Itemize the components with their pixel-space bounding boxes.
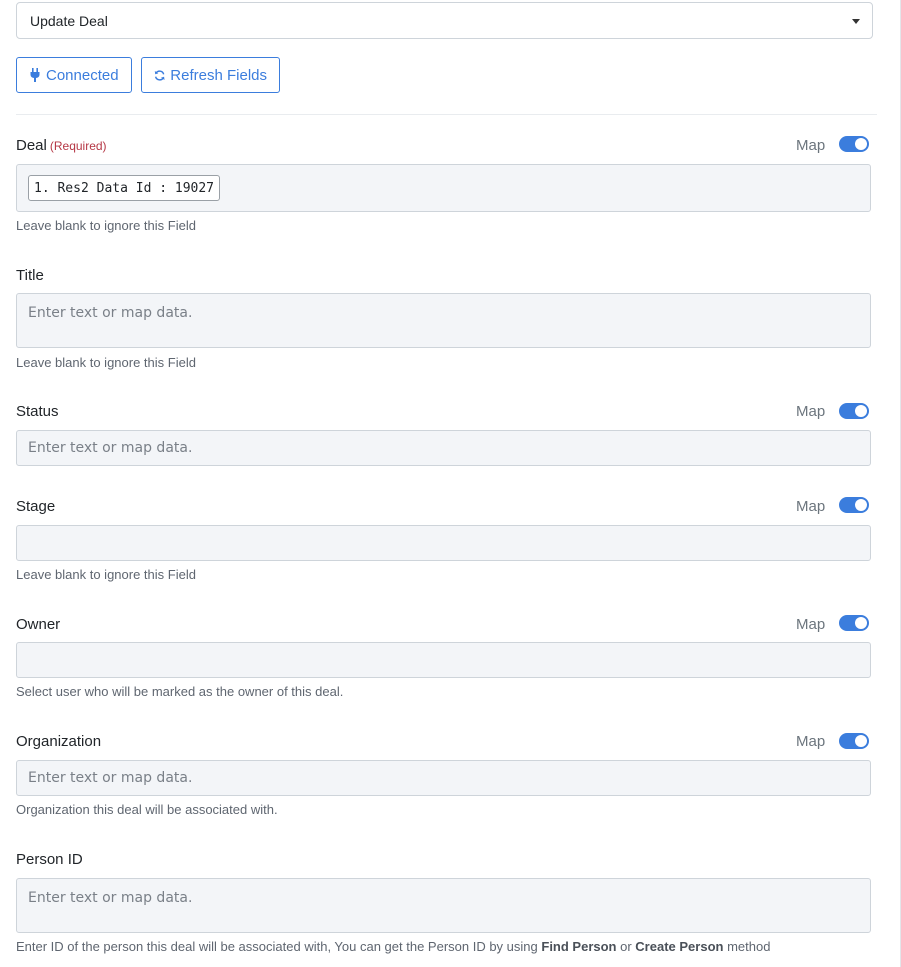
deal-label: Deal (Required): [16, 137, 107, 154]
stage-field[interactable]: [16, 525, 871, 561]
deal-map-label: Map: [796, 137, 826, 154]
toggle-knob: [855, 138, 867, 150]
caret-down-icon: [852, 19, 860, 24]
organization-label: Organization: [16, 733, 102, 750]
plug-icon: [30, 68, 40, 82]
action-select-value: Update Deal: [30, 12, 108, 29]
owner-field[interactable]: [16, 642, 871, 678]
stage-label: Stage: [16, 498, 56, 515]
organization-field[interactable]: Enter text or map data.: [16, 760, 871, 796]
organization-map-label: Map: [796, 733, 826, 750]
action-select[interactable]: Update Deal: [16, 2, 873, 39]
toggle-knob: [855, 617, 867, 629]
status-map-toggle[interactable]: [839, 403, 869, 419]
person-id-help-prefix: Enter ID of the person this deal will be…: [16, 939, 542, 954]
person-id-help-mid: or: [616, 939, 636, 954]
toggle-knob: [855, 405, 867, 417]
stage-map-label: Map: [796, 498, 826, 515]
person-id-help-suffix: method: [723, 939, 771, 954]
refresh-fields-button[interactable]: Refresh Fields: [141, 57, 280, 93]
owner-map-toggle[interactable]: [839, 615, 869, 631]
connected-button-label: Connected: [46, 66, 119, 84]
toggle-knob: [855, 735, 867, 747]
toggle-knob: [855, 499, 867, 511]
status-label: Status: [16, 403, 59, 420]
organization-map-toggle[interactable]: [839, 733, 869, 749]
person-id-field[interactable]: Enter text or map data.: [16, 878, 871, 933]
deal-map-toggle[interactable]: [839, 136, 869, 152]
title-field[interactable]: Enter text or map data.: [16, 293, 871, 348]
deal-field[interactable]: 1. Res2 Data Id : 19027: [16, 164, 871, 212]
title-placeholder: Enter text or map data.: [28, 305, 193, 321]
title-label: Title: [16, 267, 44, 284]
owner-help-text: Select user who will be marked as the ow…: [16, 684, 344, 699]
owner-map-label: Map: [796, 616, 826, 633]
title-help-text: Leave blank to ignore this Field: [16, 355, 196, 370]
deal-mapped-chip[interactable]: 1. Res2 Data Id : 19027: [28, 175, 221, 201]
refresh-icon: [154, 69, 165, 81]
person-id-placeholder: Enter text or map data.: [28, 890, 193, 906]
organization-help-text: Organization this deal will be associate…: [16, 802, 278, 817]
person-id-help-text: Enter ID of the person this deal will be…: [16, 939, 770, 954]
organization-placeholder: Enter text or map data.: [28, 770, 193, 786]
required-indicator: (Required): [49, 139, 107, 153]
create-person-link: Create Person: [635, 939, 724, 954]
find-person-link: Find Person: [541, 939, 617, 954]
deal-help-text: Leave blank to ignore this Field: [16, 218, 196, 233]
status-map-label: Map: [796, 403, 826, 420]
connected-button[interactable]: Connected: [16, 57, 132, 93]
stage-map-toggle[interactable]: [839, 497, 869, 513]
status-field[interactable]: Enter text or map data.: [16, 430, 871, 466]
status-placeholder: Enter text or map data.: [28, 440, 193, 456]
stage-help-text: Leave blank to ignore this Field: [16, 567, 196, 582]
owner-label: Owner: [16, 616, 61, 633]
refresh-fields-button-label: Refresh Fields: [170, 66, 267, 84]
section-divider: [16, 114, 877, 115]
deal-label-text: Deal: [16, 137, 47, 154]
person-id-label: Person ID: [16, 851, 83, 868]
